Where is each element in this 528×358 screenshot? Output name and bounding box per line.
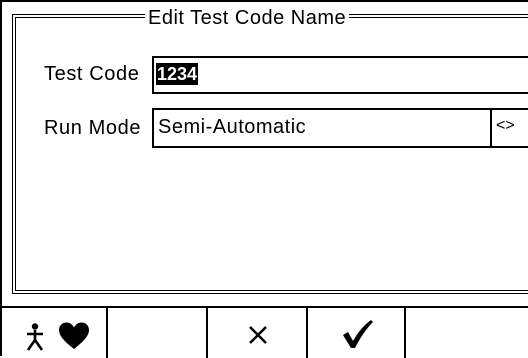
run-mode-toggle-button[interactable]: <> (490, 108, 528, 148)
person-icon (26, 323, 44, 351)
heart-icon (59, 322, 89, 349)
softkey-5[interactable] (406, 308, 528, 358)
test-code-value: 1234 (156, 63, 199, 85)
test-code-label: Test Code (44, 63, 140, 85)
run-mode-select[interactable]: Semi-Automatic <> (152, 108, 528, 148)
run-mode-label: Run Mode (44, 117, 142, 139)
run-mode-value: Semi-Automatic (158, 116, 307, 138)
close-icon (249, 326, 267, 344)
softkey-1-person-heart[interactable] (0, 308, 108, 358)
test-code-field[interactable]: 1234 (152, 56, 528, 94)
dialog-title: Edit Test Code Name (145, 7, 350, 30)
check-icon (343, 320, 373, 348)
softkey-bar (0, 306, 528, 358)
screen-border-top (0, 0, 528, 2)
softkey-3-cancel[interactable] (208, 308, 308, 358)
screen-border-left (0, 0, 2, 356)
softkey-4-confirm[interactable] (308, 308, 406, 358)
softkey-2[interactable] (108, 308, 208, 358)
